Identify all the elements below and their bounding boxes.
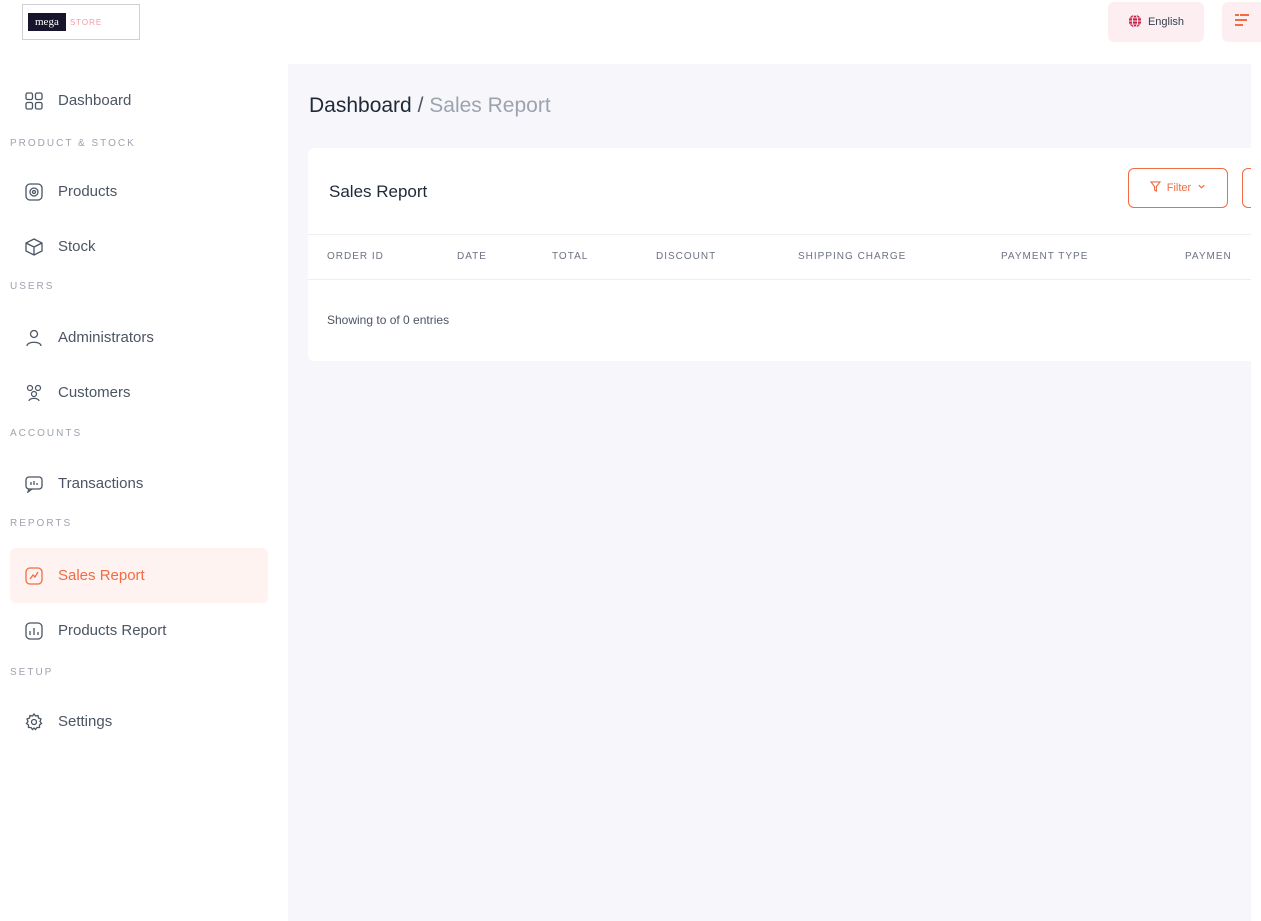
products-icon xyxy=(24,182,44,202)
language-button[interactable]: English xyxy=(1108,2,1204,42)
sidebar-item-products[interactable]: Products xyxy=(10,164,268,219)
sidebar-item-label: Administrators xyxy=(58,329,154,346)
filter-icon xyxy=(1149,181,1161,195)
column-header-payment-status[interactable]: PAYMEN xyxy=(1185,235,1232,279)
sales-report-icon xyxy=(24,566,44,586)
section-label-users: USERS xyxy=(10,281,55,292)
language-label: English xyxy=(1147,16,1185,28)
sidebar-item-label: Products Report xyxy=(58,622,167,639)
sidebar-item-label: Transactions xyxy=(58,475,144,492)
column-header-date[interactable]: DATE xyxy=(457,235,487,279)
breadcrumb: Dashboard / Sales Report xyxy=(309,94,551,118)
column-header-order-id[interactable]: ORDER ID xyxy=(327,235,384,279)
dashboard-icon xyxy=(24,91,44,111)
breadcrumb-current: Sales Report xyxy=(429,94,551,117)
stock-icon xyxy=(24,237,44,257)
section-label-accounts: ACCOUNTS xyxy=(10,428,83,439)
filter-label: Filter xyxy=(1166,182,1192,194)
breadcrumb-separator: / xyxy=(417,94,424,117)
table-header: ORDER ID DATE TOTAL DISCOUNT SHIPPING CH… xyxy=(308,234,1261,280)
products-report-icon xyxy=(24,621,44,641)
page-edge xyxy=(1251,64,1261,921)
sidebar-item-sales-report[interactable]: Sales Report xyxy=(10,548,268,603)
section-label-product-stock: PRODUCT & STOCK xyxy=(10,138,136,149)
breadcrumb-root[interactable]: Dashboard xyxy=(309,94,412,117)
sidebar-item-label: Settings xyxy=(58,713,113,730)
section-label-reports: REPORTS xyxy=(10,518,73,529)
menu-icon xyxy=(1234,13,1249,32)
sales-report-card: Sales Report Filter ORDER ID DATE TOTAL … xyxy=(308,148,1261,361)
sidebar-item-customers[interactable]: Customers xyxy=(10,365,268,420)
column-header-total[interactable]: TOTAL xyxy=(552,235,588,279)
card-title: Sales Report xyxy=(329,182,428,201)
chevron-down-icon xyxy=(1197,182,1206,194)
user-icon xyxy=(24,328,44,348)
sidebar-item-label: Dashboard xyxy=(58,92,132,109)
column-header-payment-type[interactable]: PAYMENT TYPE xyxy=(1001,235,1088,279)
globe-icon xyxy=(1128,13,1142,31)
logo-text-dark: mega xyxy=(28,13,66,31)
menu-toggle-button[interactable] xyxy=(1222,2,1261,42)
gear-icon xyxy=(24,712,44,732)
sidebar-item-dashboard[interactable]: Dashboard xyxy=(10,73,268,128)
sidebar-item-administrators[interactable]: Administrators xyxy=(10,310,268,365)
sidebar-item-label: Sales Report xyxy=(58,567,145,584)
transactions-icon xyxy=(24,474,44,494)
sidebar-item-transactions[interactable]: Transactions xyxy=(10,456,268,511)
column-header-discount[interactable]: DISCOUNT xyxy=(656,235,716,279)
sidebar: Dashboard PRODUCT & STOCK Products Stock… xyxy=(0,64,288,921)
column-header-shipping-charge[interactable]: SHIPPING CHARGE xyxy=(798,235,906,279)
logo[interactable]: mega STORE xyxy=(22,4,140,40)
logo-text-light: STORE xyxy=(69,17,103,27)
sidebar-item-label: Stock xyxy=(58,238,96,255)
users-icon xyxy=(24,383,44,403)
sidebar-item-stock[interactable]: Stock xyxy=(10,219,268,274)
section-label-setup: SETUP xyxy=(10,667,54,678)
table-entries-info: Showing to of 0 entries xyxy=(327,313,450,327)
sidebar-item-label: Products xyxy=(58,183,118,200)
sidebar-item-label: Customers xyxy=(58,384,131,401)
main-content: Dashboard / Sales Report Sales Report Fi… xyxy=(288,64,1261,921)
sidebar-item-settings[interactable]: Settings xyxy=(10,694,268,749)
sidebar-item-products-report[interactable]: Products Report xyxy=(10,603,268,658)
filter-button[interactable]: Filter xyxy=(1128,168,1228,208)
